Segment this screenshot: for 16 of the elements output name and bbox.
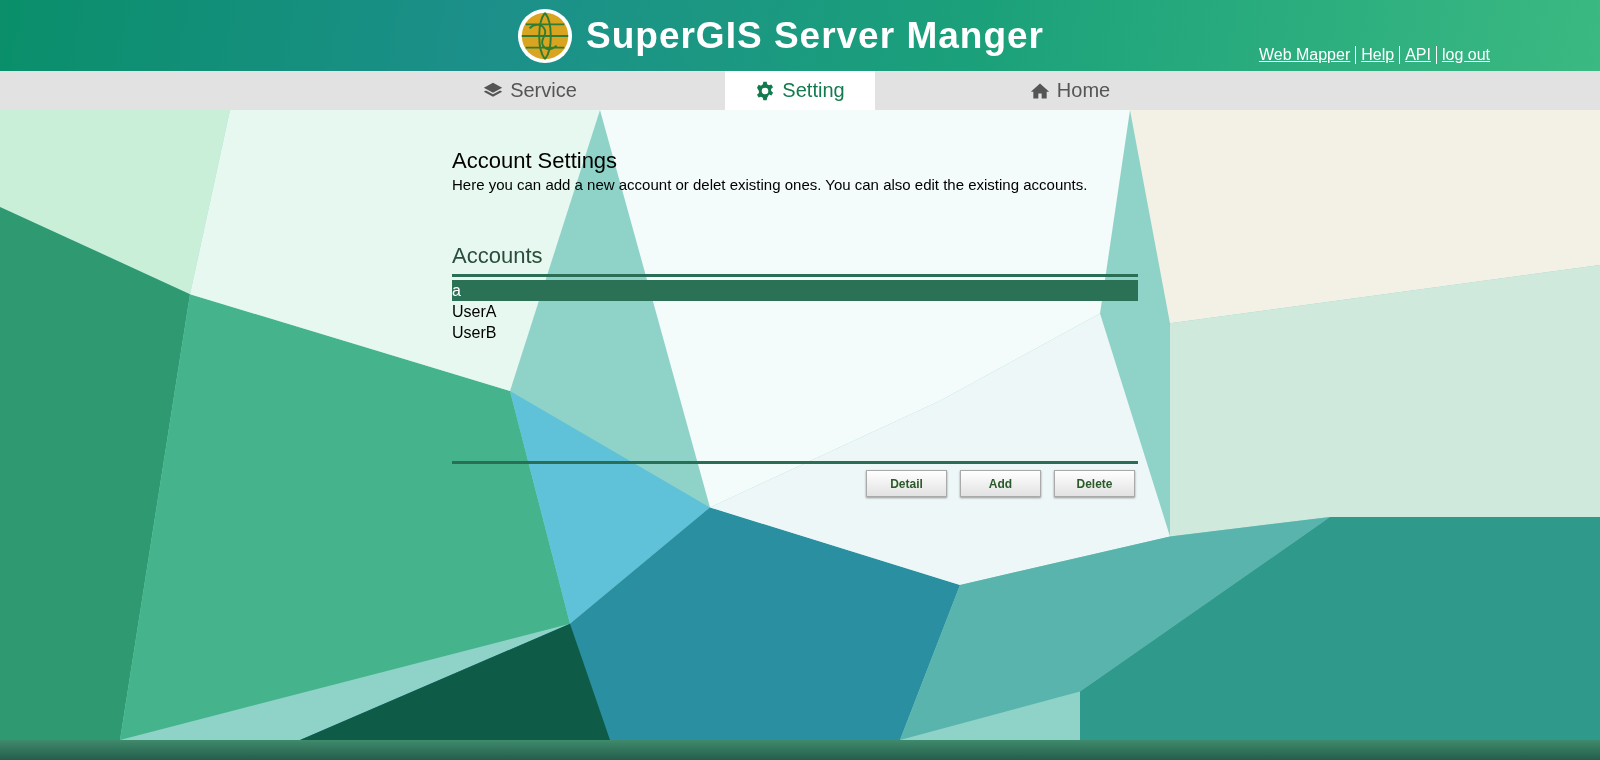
header-link[interactable]: Web Mapper xyxy=(1253,46,1356,64)
gear-icon xyxy=(755,80,776,101)
action-button[interactable]: Detail xyxy=(866,470,947,497)
nav-tab[interactable]: Setting xyxy=(725,71,875,110)
globe-logo-icon xyxy=(516,6,574,65)
account-item[interactable]: UserB xyxy=(452,322,1138,343)
section-title: Accounts xyxy=(452,243,544,269)
page-description: Here you can add a new account or delet existing ones. You can also edit the existing accounts. xyxy=(452,176,1089,193)
account-item[interactable]: UserA xyxy=(452,301,1138,322)
action-button[interactable]: Delete xyxy=(1054,470,1135,497)
nav-tab[interactable]: Service xyxy=(455,71,605,110)
page-title: Account Settings xyxy=(452,148,619,174)
action-button[interactable]: Add xyxy=(960,470,1041,497)
app-title: SuperGIS Server Manger xyxy=(586,14,1044,57)
account-item[interactable]: a xyxy=(452,280,1138,301)
nav-tab[interactable]: Home xyxy=(995,71,1145,110)
